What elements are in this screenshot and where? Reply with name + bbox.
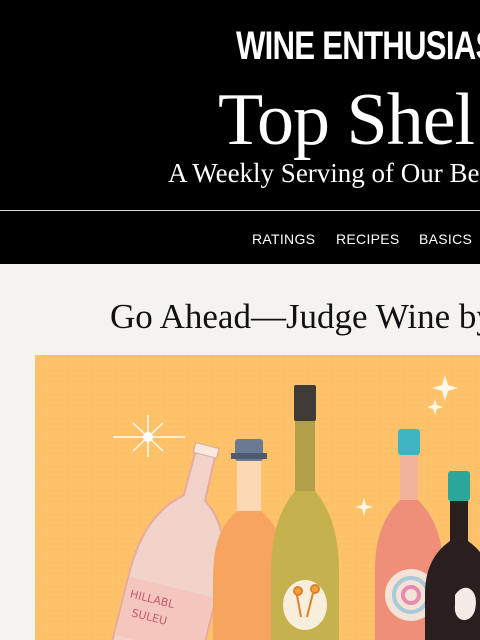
main-nav: RATINGS RECIPES BASICS	[0, 211, 480, 264]
nav-item-recipes[interactable]: RECIPES	[336, 231, 400, 247]
wine-bottles-illustration: HILLABL SULEU	[35, 355, 480, 640]
sparkle-center-icon	[143, 432, 153, 442]
hero-image[interactable]: HILLABL SULEU	[35, 355, 480, 640]
brand-logo[interactable]: WINE ENTHUSIAST	[236, 24, 480, 69]
article-headline[interactable]: Go Ahead—Judge Wine by	[110, 297, 480, 337]
newsletter-subtitle: A Weekly Serving of Our Bes	[168, 158, 480, 188]
nav-item-ratings[interactable]: RATINGS	[252, 231, 315, 247]
newsletter-title: Top Shel	[218, 79, 475, 161]
nav-item-basics[interactable]: BASICS	[419, 231, 472, 247]
site-header: WINE ENTHUSIAST Top Shel A Weekly Servin…	[0, 0, 480, 264]
